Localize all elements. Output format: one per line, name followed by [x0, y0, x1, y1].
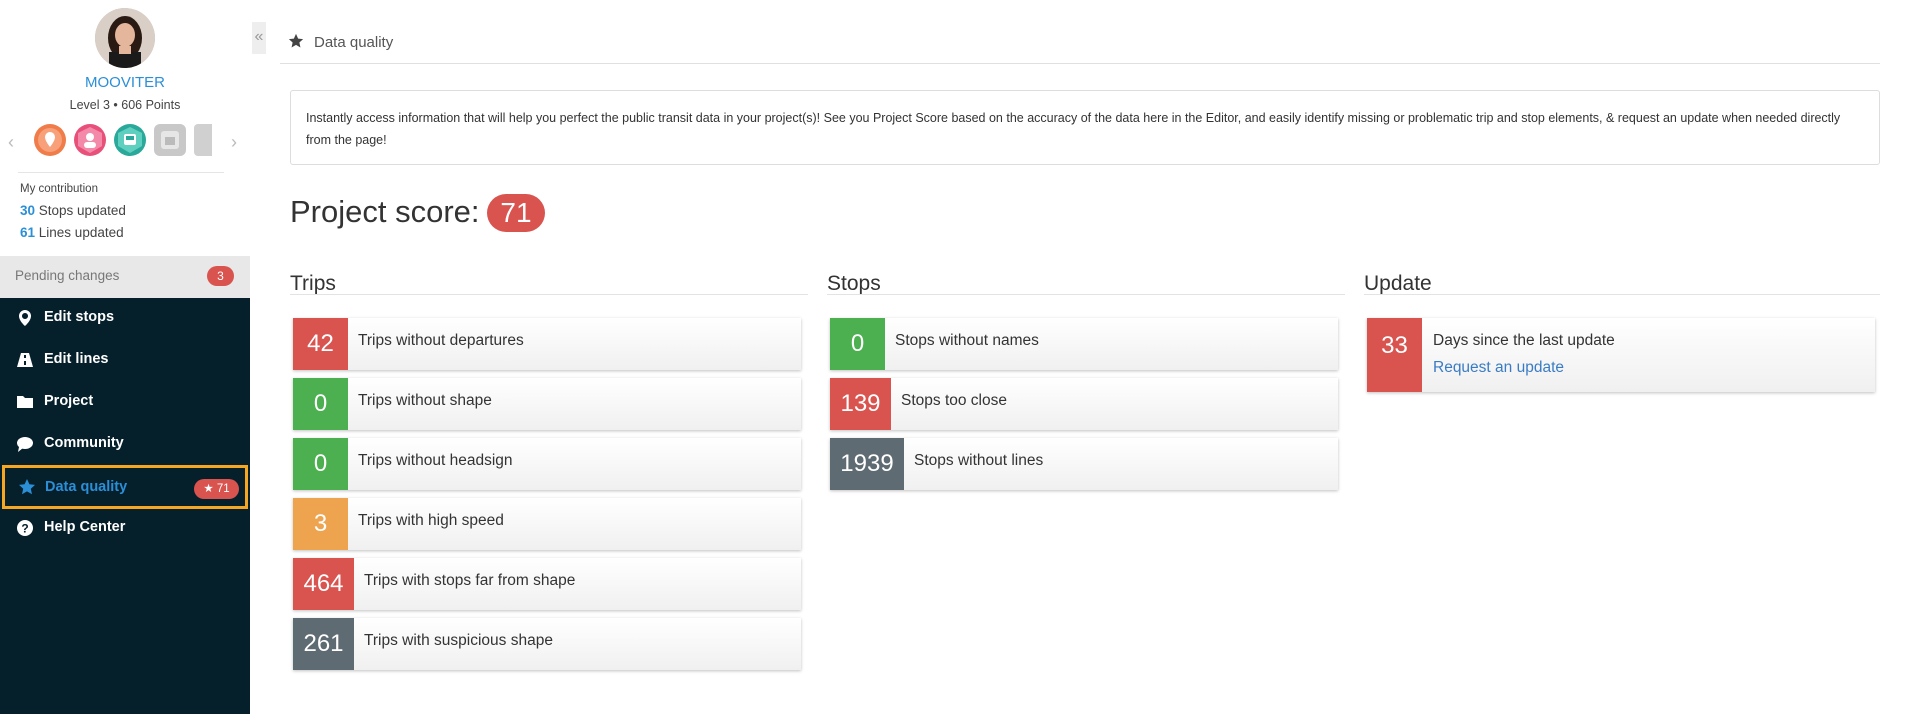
sidebar: MOOVITER Level 3 • 606 Points ‹ › My con… — [0, 0, 250, 714]
nav-edit-stops-label: Edit stops — [44, 309, 115, 325]
nav-project-label: Project — [44, 393, 94, 409]
star-icon — [288, 33, 304, 48]
update-section-title: Update — [1364, 272, 1432, 295]
quality-card-value: 0 — [830, 318, 885, 370]
quality-card-label: Trips without shape — [358, 392, 492, 409]
folder-icon — [17, 396, 33, 408]
quality-card-value: 464 — [293, 558, 354, 610]
nav-help-center-label: Help Center — [44, 519, 126, 535]
quality-card-label: Trips with suspicious shape — [364, 632, 553, 649]
quality-card-label: Trips without headsign — [358, 452, 513, 469]
update-days-label: Days since the last update — [1433, 332, 1615, 349]
nav-edit-stops[interactable]: Edit stops — [0, 297, 250, 339]
lines-updated-label: Lines updated — [35, 225, 124, 240]
nav-edit-lines[interactable]: Edit lines — [0, 339, 250, 381]
chevron-left-icon[interactable]: ‹ — [8, 132, 14, 153]
badges-carousel: ‹ › — [6, 124, 246, 160]
quality-card[interactable]: 3 Trips with high speed — [293, 498, 801, 550]
quality-card[interactable]: 139 Stops too close — [830, 378, 1338, 430]
quality-card[interactable]: 464 Trips with stops far from shape — [293, 558, 801, 610]
quality-card[interactable]: 0 Stops without names — [830, 318, 1338, 370]
quality-card-label: Stops without lines — [914, 452, 1044, 469]
trips-section-title: Trips — [290, 272, 336, 295]
nav-community-label: Community — [44, 435, 124, 451]
lines-updated: 61 Lines updated — [20, 225, 124, 240]
quality-card-value: 0 — [293, 438, 348, 490]
nav-data-quality[interactable]: Data quality ★ 71 — [2, 465, 248, 509]
info-panel: Instantly access information that will h… — [290, 90, 1880, 165]
stops-updated: 30 Stops updated — [20, 203, 126, 218]
map-pin-icon — [19, 310, 31, 326]
quality-card-value: 139 — [830, 378, 891, 430]
pending-changes[interactable]: Pending changes 3 — [0, 256, 250, 298]
divider — [827, 294, 1345, 295]
chat-bubble-icon — [17, 437, 33, 452]
chevron-right-icon[interactable]: › — [231, 132, 237, 153]
quality-card-value: 1939 — [830, 438, 904, 490]
nav-edit-lines-label: Edit lines — [44, 351, 109, 367]
update-card: 33 Days since the last update Request an… — [1367, 318, 1875, 392]
quality-card[interactable]: 0 Trips without shape — [293, 378, 801, 430]
quality-card-value: 42 — [293, 318, 348, 370]
avatar[interactable] — [95, 8, 155, 68]
stops-section-title: Stops — [827, 272, 881, 295]
quality-card-label: Stops too close — [901, 392, 1007, 409]
user-level: Level 3 • 606 Points — [69, 98, 181, 112]
divider — [290, 294, 808, 295]
username[interactable]: MOOVITER — [0, 74, 250, 91]
road-icon — [17, 353, 33, 367]
star-icon — [19, 479, 35, 495]
bus-badge-icon[interactable] — [114, 124, 146, 156]
question-circle-icon: ? — [17, 520, 33, 536]
data-quality-score-badge: ★ 71 — [194, 479, 239, 499]
locked-badge-icon[interactable] — [194, 124, 212, 156]
nav-help-center[interactable]: ? Help Center — [0, 507, 250, 549]
svg-text:?: ? — [21, 522, 28, 536]
quality-card-label: Trips with stops far from shape — [364, 572, 576, 589]
update-days-value: 33 — [1367, 318, 1422, 392]
map-pin-badge-icon[interactable] — [34, 124, 66, 156]
quality-card-label: Stops without names — [895, 332, 1039, 349]
nav-community[interactable]: Community — [0, 423, 250, 465]
quality-card-value: 0 — [293, 378, 348, 430]
quality-card-value: 3 — [293, 498, 348, 550]
contribution-title: My contribution — [20, 183, 98, 195]
request-update-link[interactable]: Request an update — [1433, 359, 1564, 377]
collapse-sidebar-button[interactable]: « — [252, 22, 266, 54]
project-score-label: Project score: — [290, 194, 480, 229]
nav-data-quality-label: Data quality — [45, 479, 128, 495]
stops-updated-label: Stops updated — [35, 203, 126, 218]
pending-changes-label: Pending changes — [15, 268, 120, 283]
person-badge-icon[interactable] — [74, 124, 106, 156]
pending-changes-badge: 3 — [207, 266, 234, 286]
stops-updated-count: 30 — [20, 203, 36, 218]
quality-card[interactable]: 1939 Stops without lines — [830, 438, 1338, 490]
quality-card-label: Trips without departures — [358, 332, 524, 349]
quality-card-label: Trips with high speed — [358, 512, 504, 529]
quality-card[interactable]: 261 Trips with suspicious shape — [293, 618, 801, 670]
profile-panel: MOOVITER Level 3 • 606 Points ‹ › My con… — [0, 0, 250, 298]
quality-card-value: 261 — [293, 618, 354, 670]
divider — [1364, 294, 1880, 295]
project-score-badge: 71 — [487, 194, 545, 232]
quality-card[interactable]: 0 Trips without headsign — [293, 438, 801, 490]
quality-card[interactable]: 42 Trips without departures — [293, 318, 801, 370]
page-header: Data quality — [280, 30, 1880, 64]
nav-project[interactable]: Project — [0, 381, 250, 423]
page-title: Data quality — [314, 34, 394, 51]
locked-badge-icon[interactable] — [154, 124, 186, 156]
lines-updated-count: 61 — [20, 225, 36, 240]
divider — [18, 172, 224, 173]
